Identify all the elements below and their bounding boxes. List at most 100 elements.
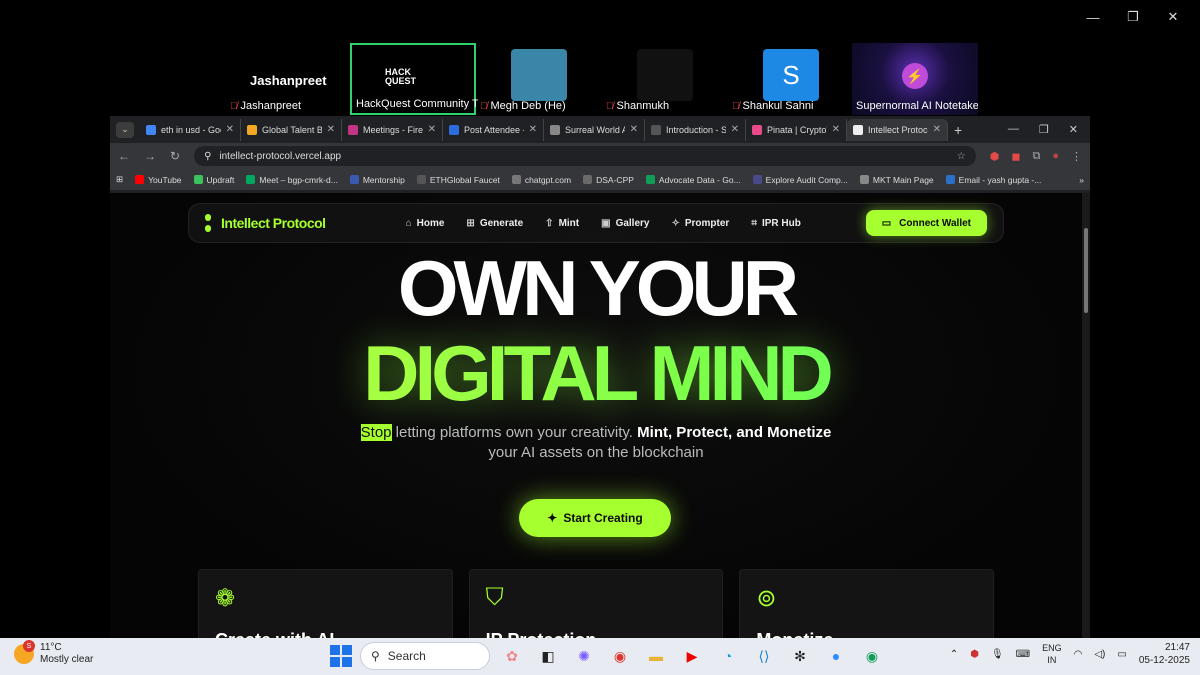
scrollbar-thumb[interactable] <box>1084 228 1088 313</box>
close-tab-icon[interactable]: ✕ <box>933 124 941 135</box>
browser-tab-active[interactable]: Intellect Protoco ✕ <box>847 118 948 141</box>
bookmark-item[interactable]: chatgpt.com <box>511 175 571 185</box>
participant-tile[interactable]: Jashanpreet 🎙̸ Jashanpreet <box>226 43 352 115</box>
apps-grid-icon[interactable]: ⊞ <box>116 174 123 185</box>
feature-card[interactable]: ⊚ Monetize <box>739 569 995 638</box>
extensions-puzzle-icon[interactable]: ⧉ <box>1032 150 1040 163</box>
zoom-icon[interactable]: ● <box>822 642 850 670</box>
site-info-icon[interactable]: ⚲ <box>204 151 211 162</box>
close-tab-icon[interactable]: ✕ <box>428 124 436 135</box>
microphone-icon[interactable]: 🎙 <box>991 649 1004 660</box>
time: 21:47 <box>1164 642 1190 653</box>
hackquest-logo: HACK QUEST <box>385 51 441 103</box>
start-creating-button[interactable]: ✦ Start Creating <box>519 499 671 537</box>
minimize-icon[interactable]: — <box>1084 8 1102 26</box>
task-view-icon[interactable]: ◧ <box>534 642 562 670</box>
restore-icon[interactable]: ❐ <box>1124 8 1142 26</box>
bookmark-item[interactable]: Explore Audit Comp... <box>752 175 848 185</box>
tab-favicon <box>853 124 863 135</box>
tab-search-button[interactable]: ⌄ <box>116 121 134 138</box>
page-scrollbar[interactable] <box>1082 193 1090 638</box>
browser-tab[interactable]: Surreal World Ass✕ <box>544 118 645 141</box>
site-logo[interactable]: Intellect Protocol <box>205 214 326 232</box>
participant-tile[interactable]: ⚡ Supernormal AI Notetaker <box>852 43 978 115</box>
close-icon[interactable]: ✕ <box>1069 123 1078 136</box>
browser-tab[interactable]: Introduction - St ✕ <box>645 118 746 141</box>
forward-icon[interactable]: → <box>144 149 156 163</box>
participant-tile[interactable]: S 🎙̸ Shankul Sahni <box>728 43 854 115</box>
profile-avatar[interactable]: ● <box>1052 150 1059 162</box>
copilot-icon[interactable]: ✺ <box>570 642 598 670</box>
tray-app-icon[interactable]: ⬢ <box>970 649 979 660</box>
brand-mark-icon <box>205 214 211 232</box>
more-bookmarks-icon[interactable]: » <box>1079 175 1084 185</box>
minimize-icon[interactable]: — <box>1008 123 1019 136</box>
extension-icon[interactable]: ◼ <box>1011 150 1020 163</box>
chrome-icon[interactable]: ◉ <box>606 642 634 670</box>
back-icon[interactable]: ← <box>118 149 130 163</box>
feature-card[interactable]: ❁ Create with AI <box>198 569 453 638</box>
nav-mint[interactable]: ⇧ Mint <box>545 218 579 229</box>
bookmark-star-icon[interactable]: ☆ <box>957 151 966 162</box>
reload-icon[interactable]: ↻ <box>170 149 180 163</box>
participant-tile-active[interactable]: HACK QUEST HackQuest Community Te... <box>350 43 478 115</box>
hero-title-line1: OWN YOUR <box>397 244 799 332</box>
file-explorer-icon[interactable]: ▬ <box>642 642 670 670</box>
connect-wallet-button[interactable]: ▭ Connect Wallet <box>865 210 987 236</box>
browser-tab[interactable]: Post Attendee - ✕ <box>443 118 544 141</box>
weather-widget[interactable]: S 11°C Mostly clear <box>14 640 93 666</box>
address-bar[interactable]: ⚲ intellect-protocol.vercel.app ☆ <box>194 146 976 166</box>
chrome-profile-icon[interactable]: ◉ <box>858 642 886 670</box>
close-tab-icon[interactable]: ✕ <box>226 124 234 135</box>
shield-check-icon: ⛉ <box>485 584 504 611</box>
close-tab-icon[interactable]: ✕ <box>630 124 638 135</box>
nav-prompter[interactable]: ✧ Prompter <box>671 218 729 229</box>
nav-home[interactable]: ⌂ Home <box>406 218 445 229</box>
date: 05-12-2025 <box>1138 655 1190 666</box>
menu-kebab-icon[interactable]: ⋮ <box>1071 150 1082 163</box>
wifi-icon[interactable]: ◠ <box>1074 649 1083 660</box>
nav-gallery[interactable]: ▣ Gallery <box>601 218 649 229</box>
chatgpt-icon[interactable]: ✻ <box>786 642 814 670</box>
language-indicator[interactable]: ENG IN <box>1042 642 1062 666</box>
bookmark-item[interactable]: Updraft <box>193 175 234 185</box>
bookmark-item[interactable]: YouTube <box>135 175 182 185</box>
taskbar-search[interactable]: ⚲ Search <box>360 642 490 670</box>
battery-icon[interactable]: ▭ <box>1117 649 1126 660</box>
mic-off-icon: 🎙̸ <box>480 100 488 112</box>
extension-icon[interactable]: ⬢ <box>990 150 1000 163</box>
bookmark-item[interactable]: ETHGlobal Faucet <box>416 175 500 185</box>
nav-generate[interactable]: ⊞ Generate <box>466 218 523 229</box>
close-tab-icon[interactable]: ✕ <box>327 124 335 135</box>
volume-icon[interactable]: ◁) <box>1094 649 1105 660</box>
participant-tile[interactable]: 🎙̸ Shanmukh <box>602 43 728 115</box>
bookmark-item[interactable]: Email - yash gupta -... <box>945 175 1041 185</box>
widgets-icon[interactable]: ✿ <box>498 642 526 670</box>
browser-tab[interactable]: Global Talent Ba ✕ <box>241 118 342 141</box>
browser-tab[interactable]: Meetings - Firefli✕ <box>342 118 443 141</box>
new-tab-icon[interactable]: + <box>954 122 962 138</box>
keyboard-icon[interactable]: ⌨ <box>1016 649 1030 660</box>
vscode-icon[interactable]: ⟨⟩ <box>750 642 778 670</box>
youtube-icon[interactable]: ▶ <box>678 642 706 670</box>
nav-ipr-hub[interactable]: ⌗ IPR Hub <box>751 218 801 229</box>
bookmark-item[interactable]: MKT Main Page <box>859 175 934 185</box>
close-icon[interactable]: ✕ <box>1164 8 1182 26</box>
chevron-up-icon[interactable]: ⌃ <box>950 649 958 660</box>
feature-card[interactable]: ⛉ IP Protection <box>468 569 724 638</box>
edge-icon[interactable]: ◔ <box>714 642 742 670</box>
close-tab-icon[interactable]: ✕ <box>832 124 840 135</box>
close-tab-icon[interactable]: ✕ <box>731 124 739 135</box>
start-button[interactable] <box>330 645 352 667</box>
bookmark-item[interactable]: Mentorship <box>349 175 405 185</box>
bookmark-item[interactable]: DSA-CPP <box>583 175 634 185</box>
browser-tab[interactable]: Pinata | Crypto's ✕ <box>746 118 847 141</box>
bookmark-item[interactable]: Advocate Data - Go... <box>645 175 741 185</box>
bookmark-item[interactable]: Meet – bgp-cmrk-d... <box>246 175 338 185</box>
participant-tile[interactable]: 🎙̸ Megh Deb (He) <box>476 43 602 115</box>
restore-icon[interactable]: ❐ <box>1039 123 1049 136</box>
clock[interactable]: 21:47 05-12-2025 <box>1139 641 1190 667</box>
browser-tab[interactable]: eth in usd - Goo ✕ <box>140 118 241 141</box>
close-tab-icon[interactable]: ✕ <box>529 124 537 135</box>
browser-window: ⌄ eth in usd - Goo ✕ Global Talent Ba ✕ Me… <box>110 116 1090 638</box>
